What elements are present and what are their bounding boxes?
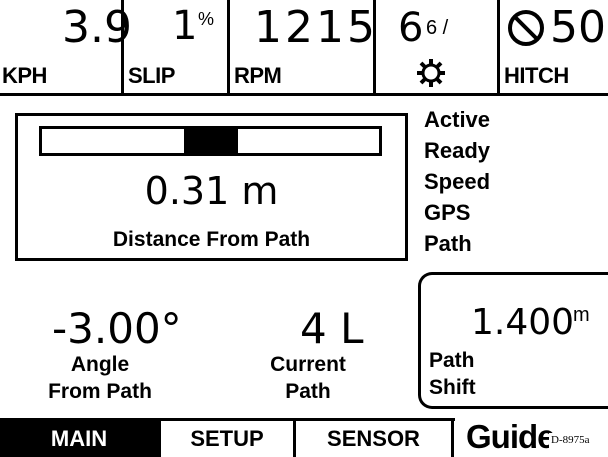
path-shift-label-line2: Shift [429, 376, 476, 399]
path-shift-value: 1.400 [471, 302, 575, 343]
status-speed: Speed [424, 169, 491, 194]
brand-logo: Guide [466, 418, 556, 455]
angle-value: -3.00° [52, 304, 182, 353]
rpm-value: 1215 [254, 2, 378, 53]
gear-value: 6 [398, 5, 424, 51]
slip-cell: 1 % SLIP [124, 0, 227, 96]
gear-cell: 6 6 / [376, 0, 497, 96]
tab-bar: MAIN SETUP SENSOR [0, 418, 455, 457]
path-shift-unit: m [573, 304, 590, 326]
status-list: Active Ready Speed GPS Path [424, 104, 490, 259]
gear-icon [417, 59, 445, 87]
distance-panel: 0.31 m Distance From Path [15, 113, 408, 261]
angle-label-line1: Angle [70, 353, 130, 376]
document-id: D-8975a [549, 433, 592, 448]
status-active: Active [424, 107, 491, 132]
speed-unit: KPH [2, 63, 47, 88]
hitch-cell: 50 HITCH [500, 0, 608, 96]
distance-label: Distance From Path [112, 228, 311, 251]
path-shift-label: Path Shift [429, 347, 476, 401]
path-shift-label-line1: Path [429, 349, 475, 372]
lightbar-indicator [184, 129, 238, 153]
hitch-label: HITCH [504, 63, 569, 88]
current-path-label: Current Path [248, 351, 368, 405]
slip-label: SLIP [128, 63, 175, 88]
divider [451, 421, 454, 457]
rpm-cell: 1215 RPM [230, 0, 375, 96]
current-path-value: 4 L [300, 304, 364, 353]
angle-label-line2: From Path [48, 380, 152, 403]
status-bar: 3.9 KPH 1 % SLIP 1215 RPM 6 6 / 50 HITCH [0, 0, 608, 96]
rpm-label: RPM [234, 63, 282, 88]
lightbar [39, 126, 382, 156]
slip-value: 1 [172, 3, 198, 49]
status-path: Path [424, 231, 472, 256]
prohibited-icon [508, 10, 544, 46]
angle-label: Angle From Path [40, 351, 160, 405]
tab-sensor[interactable]: SENSOR [296, 421, 451, 457]
status-gps: GPS [424, 200, 471, 225]
path-shift-button[interactable]: 1.400 m Path Shift [418, 272, 608, 409]
tab-setup[interactable]: SETUP [161, 421, 293, 457]
current-path-label-line2: Path [285, 380, 331, 403]
slip-percent: % [198, 9, 215, 29]
tab-main[interactable]: MAIN [0, 421, 158, 457]
status-ready: Ready [424, 138, 491, 163]
speed-cell: 3.9 KPH [0, 0, 132, 96]
current-path-label-line1: Current [270, 353, 346, 376]
hitch-value: 50 [550, 2, 606, 53]
distance-value: 0.31 m [144, 169, 279, 213]
gear-sub-value: 6 / [426, 17, 449, 39]
